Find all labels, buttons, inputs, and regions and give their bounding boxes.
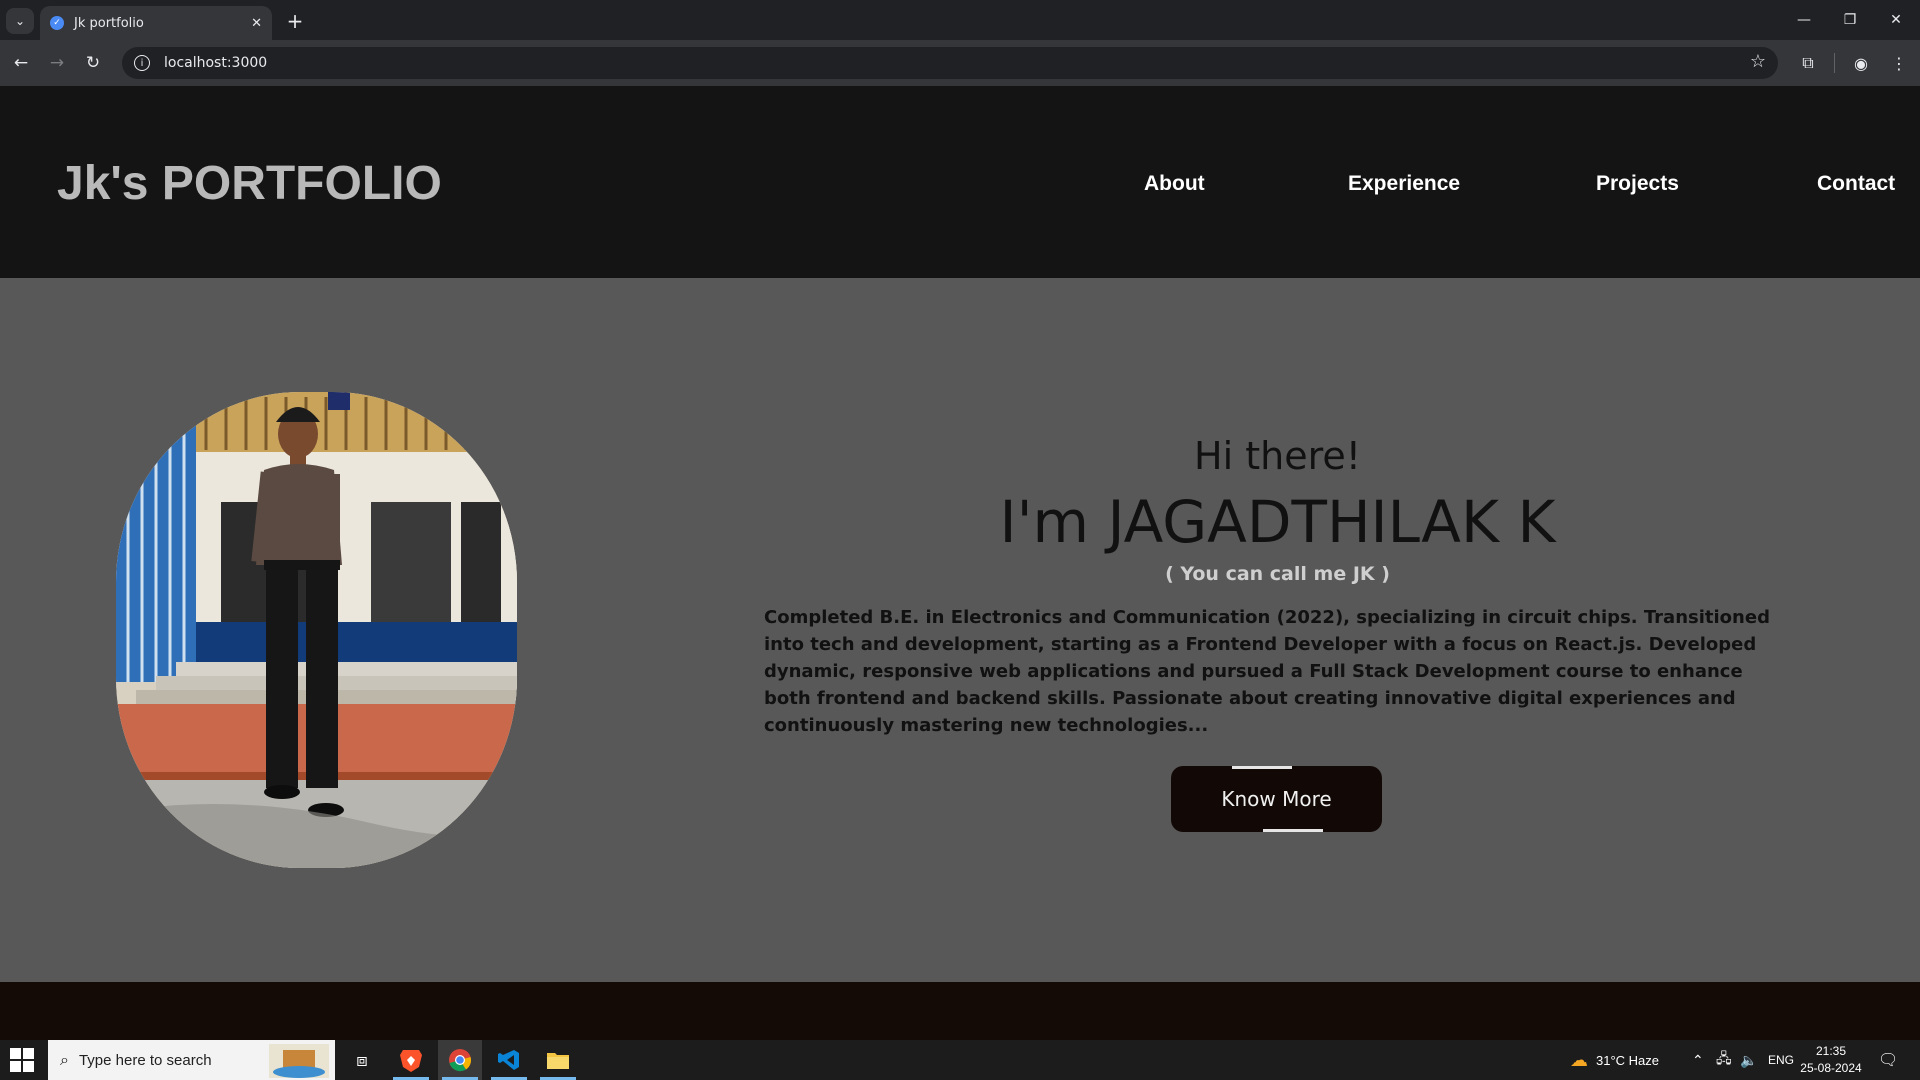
tab-title: Jk portfolio: [74, 15, 144, 31]
site-logo[interactable]: Jk's PORTFOLIO: [57, 156, 442, 211]
nickname-text: ( You can call me JK ): [1165, 563, 1390, 585]
close-window-icon[interactable]: ✕: [1873, 0, 1919, 40]
bio-paragraph: Completed B.E. in Electronics and Commun…: [764, 607, 1770, 736]
nav-experience[interactable]: Experience: [1348, 172, 1460, 196]
nav-about[interactable]: About: [1144, 172, 1205, 196]
button-accent-top: [1232, 766, 1292, 769]
vscode-icon[interactable]: [487, 1040, 531, 1080]
search-placeholder: Type here to search: [78, 1051, 212, 1069]
tab-close-icon[interactable]: ✕: [251, 16, 262, 31]
task-view-icon[interactable]: ⧈: [340, 1040, 384, 1080]
weather-text: 31°C Haze: [1596, 1052, 1660, 1068]
search-highlight-art-icon: [269, 1044, 329, 1078]
windows-taskbar: ⌕ Type here to search ⧈ ☁ 31°C Haze ⌃ 🖧 …: [0, 1040, 1920, 1080]
restore-icon[interactable]: ❐: [1827, 0, 1873, 40]
hero-section: Hi there! I'm JAGADTHILAK K ( You can ca…: [0, 278, 1920, 982]
site-header: Jk's PORTFOLIO About Experience Projects…: [0, 86, 1920, 278]
site-info-icon[interactable]: i: [134, 55, 150, 71]
brave-browser-icon[interactable]: [389, 1040, 433, 1080]
browser-tab[interactable]: ✓ Jk portfolio ✕: [40, 6, 272, 40]
know-more-button[interactable]: Know More: [1171, 766, 1382, 832]
webpage: Jk's PORTFOLIO About Experience Projects…: [0, 86, 1920, 1040]
tab-search-dropdown-icon[interactable]: ⌄: [6, 8, 34, 34]
extensions-icon[interactable]: ⧉: [1795, 50, 1821, 76]
profile-photo-illustration: [116, 392, 517, 868]
clock-date: 25-08-2024: [1800, 1061, 1862, 1075]
windows-start-icon[interactable]: [8, 1048, 36, 1072]
menu-kebab-icon[interactable]: ⋮: [1886, 50, 1912, 76]
search-icon: ⌕: [60, 1050, 69, 1069]
forward-icon[interactable]: →: [44, 50, 70, 76]
taskbar-clock[interactable]: 21:35 25-08-2024: [1796, 1043, 1866, 1077]
nav-projects[interactable]: Projects: [1596, 172, 1679, 196]
clock-time: 21:35: [1815, 1044, 1847, 1058]
file-explorer-icon[interactable]: [536, 1040, 580, 1080]
new-tab-icon[interactable]: +: [282, 8, 308, 34]
minimize-icon[interactable]: —: [1781, 0, 1827, 40]
tab-favicon-icon: ✓: [50, 16, 64, 30]
nav-contact[interactable]: Contact: [1817, 172, 1895, 196]
profile-photo: [116, 392, 517, 868]
notifications-icon[interactable]: 🗨: [1878, 1040, 1898, 1080]
reload-icon[interactable]: ↻: [80, 50, 106, 76]
page-footer-strip: [0, 982, 1920, 1040]
show-hidden-icons-icon[interactable]: ⌃: [1692, 1040, 1704, 1080]
url-text[interactable]: localhost:3000: [164, 55, 267, 71]
network-icon[interactable]: 🖧: [1716, 1040, 1732, 1080]
volume-icon[interactable]: 🔈: [1740, 1040, 1757, 1080]
know-more-label: Know More: [1221, 787, 1332, 811]
back-icon[interactable]: ←: [8, 50, 34, 76]
weather-widget[interactable]: ☁ 31°C Haze: [1570, 1040, 1659, 1080]
address-bar[interactable]: i localhost:3000 ☆: [122, 47, 1778, 79]
profile-icon[interactable]: ◉: [1848, 50, 1874, 76]
taskbar-search-box[interactable]: ⌕ Type here to search: [48, 1040, 335, 1080]
weather-icon: ☁: [1570, 1049, 1588, 1070]
language-indicator[interactable]: ENG: [1768, 1040, 1794, 1080]
name-heading: I'm JAGADTHILAK K: [999, 488, 1556, 556]
toolbar-separator: [1834, 53, 1835, 73]
browser-toolbar: ← → ↻ i localhost:3000 ☆ ⧉ ◉ ⋮: [0, 40, 1920, 86]
chrome-browser-icon[interactable]: [438, 1040, 482, 1080]
greeting-text: Hi there!: [1194, 434, 1361, 478]
bookmark-star-icon[interactable]: ☆: [1750, 51, 1766, 72]
browser-tab-bar: ⌄ ✓ Jk portfolio ✕ + — ❐ ✕: [0, 0, 1920, 40]
button-accent-bottom: [1263, 829, 1323, 832]
